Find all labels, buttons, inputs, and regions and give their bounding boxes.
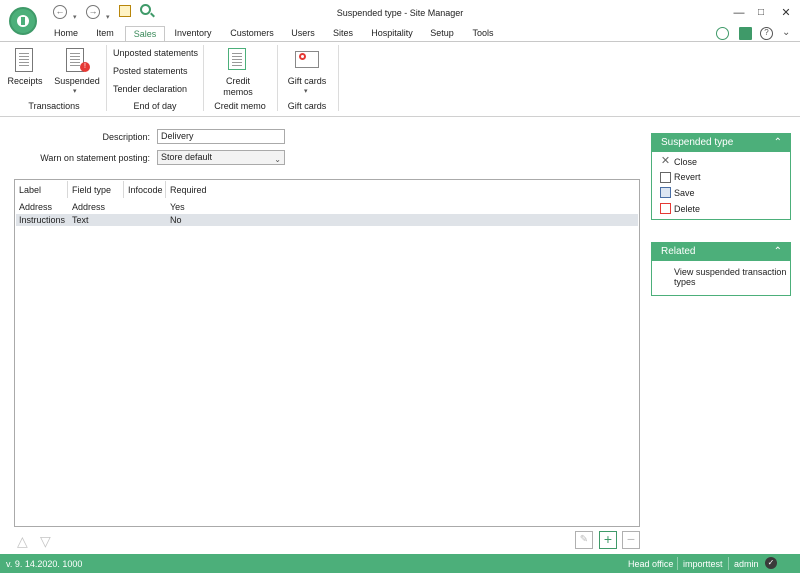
tender-declaration-button[interactable]: Tender declaration [113,84,187,94]
cell-label: Address [19,202,53,212]
connection-check-icon: ✓ [765,557,777,569]
description-label: Description: [102,132,150,142]
receipts-icon[interactable] [15,48,33,72]
move-up-icon[interactable]: △ [17,533,28,550]
suspended-type-panel-title: Suspended type [661,137,734,148]
database-icon[interactable] [739,27,752,40]
ribbon-separator [277,45,278,111]
cell-field-type: Text [72,215,89,225]
version-text: v. 9. 14.2020. 1000 [6,559,83,569]
add-circle-icon[interactable] [716,27,729,40]
related-panel-title: Related [661,246,696,257]
revert-action[interactable]: Revert [674,172,701,182]
end-of-day-group-label: End of day [133,101,177,111]
cell-required: No [170,215,182,225]
move-down-icon[interactable]: ▽ [40,533,51,550]
collapse-ribbon-icon[interactable]: ⌄ [782,27,790,38]
minimize-icon[interactable]: — [731,5,747,21]
tab-inventory[interactable]: Inventory [168,26,218,42]
warn-select-value: Store default [161,152,213,162]
close-icon: ✕ [660,155,671,167]
suspended-type-panel: Suspended type ⌃ ✕ Close Revert Save Del… [651,133,791,220]
tab-sites[interactable]: Sites [326,26,360,42]
suspended-dropdown-icon[interactable]: ▾ [73,87,77,95]
store-text: Head office [628,559,674,569]
chevron-up-icon[interactable]: ⌃ [774,134,782,152]
receipts-button[interactable]: Receipts [4,76,46,86]
tab-item[interactable]: Item [88,26,122,42]
credit-memos-button-line1[interactable]: Credit [212,76,264,86]
revert-icon [660,172,671,183]
column-header-label[interactable]: Label [19,185,41,195]
column-header-field-type[interactable]: Field type [72,185,111,195]
delete-icon [660,203,671,214]
warn-label: Warn on statement posting: [40,153,150,163]
credit-memo-group-label: Credit memo [214,101,266,111]
unposted-statements-button[interactable]: Unposted statements [113,48,198,58]
close-window-icon[interactable]: ✕ [778,5,794,21]
column-header-required[interactable]: Required [170,185,207,195]
ribbon-separator [106,45,107,111]
ribbon-separator [338,45,339,111]
ribbon-separator [203,45,204,111]
user-text: admin [734,559,759,569]
tab-home[interactable]: Home [48,26,84,42]
tab-sales[interactable]: Sales [125,26,165,42]
table-row[interactable] [16,200,638,212]
maximize-icon[interactable]: □ [753,5,769,21]
gift-bow-icon [299,53,306,60]
edit-button[interactable]: ✎ [575,531,593,549]
help-icon[interactable]: ? [760,27,773,40]
gift-cards-group-label: Gift cards [287,101,327,111]
description-field[interactable]: Delivery [157,129,285,144]
tab-setup[interactable]: Setup [424,26,460,42]
database-text: importtest [683,559,723,569]
window-title: Suspended type - Site Manager [336,8,464,18]
remove-button[interactable]: − [622,531,640,549]
credit-memos-button-line2[interactable]: memos [212,87,264,97]
status-separator [677,557,678,570]
credit-memos-icon[interactable] [228,48,246,70]
cell-field-type: Address [72,202,106,212]
close-action[interactable]: Close [674,157,697,167]
cell-label: Instructions [19,215,66,225]
gift-cards-button[interactable]: Gift cards [282,76,332,86]
chevron-up-icon[interactable]: ⌃ [774,243,782,261]
posted-statements-button[interactable]: Posted statements [113,66,188,76]
chevron-down-icon: ⌄ [274,155,281,164]
cell-required: Yes [170,202,185,212]
add-button[interactable]: + [599,531,617,549]
status-separator [728,557,729,570]
suspended-alert-icon: ! [80,62,90,72]
tab-hospitality[interactable]: Hospitality [366,26,418,42]
save-icon [660,187,671,198]
related-panel: Related ⌃ View suspended transaction typ… [651,242,791,296]
gift-cards-icon[interactable] [295,51,319,68]
gift-cards-dropdown-icon[interactable]: ▾ [304,87,308,95]
tab-tools[interactable]: Tools [466,26,500,42]
related-link-line1[interactable]: View suspended transaction [674,267,786,277]
table-row-selected[interactable] [16,214,638,226]
tab-users[interactable]: Users [286,26,320,42]
column-header-infocode[interactable]: Infocode [128,185,163,195]
save-action[interactable]: Save [674,188,695,198]
delete-action[interactable]: Delete [674,204,700,214]
column-separator [123,181,124,198]
warn-select[interactable]: Store default ⌄ [157,150,285,165]
suspended-button[interactable]: Suspended [52,76,102,86]
column-separator [165,181,166,198]
related-panel-header[interactable]: Related ⌃ [652,243,790,261]
status-bar [0,554,800,573]
column-separator [67,181,68,198]
related-link-line2[interactable]: types [674,277,696,287]
transactions-group-label: Transactions [28,101,80,111]
fields-grid [14,179,640,527]
suspended-type-panel-header[interactable]: Suspended type ⌃ [652,134,790,152]
tab-customers[interactable]: Customers [226,26,278,42]
